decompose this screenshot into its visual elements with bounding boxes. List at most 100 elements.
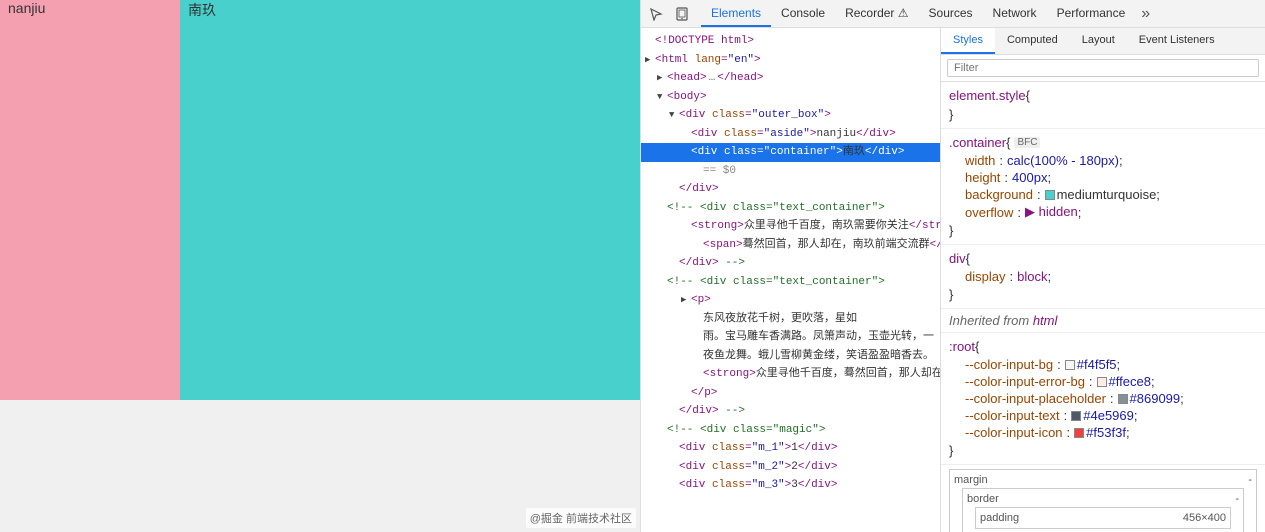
css-root-selector-line: :root { bbox=[941, 337, 1265, 356]
error-bg-swatch[interactable] bbox=[1097, 377, 1107, 387]
css-section-root: :root { --color-input-bg: #f4f5f5; --col… bbox=[941, 333, 1265, 465]
css-prop-value-height: 400px bbox=[1012, 170, 1047, 185]
placeholder-swatch[interactable] bbox=[1118, 394, 1128, 404]
css-var-val-error-bg: #ffece8 bbox=[1109, 374, 1151, 389]
tab-sources[interactable]: Sources bbox=[919, 0, 983, 27]
box-padding-inner: padding 456×400 bbox=[975, 507, 1231, 529]
css-prop-display: display: block; bbox=[941, 268, 1265, 285]
border-label: border bbox=[967, 493, 999, 505]
html-comment-close-2: </div> --> bbox=[641, 402, 940, 421]
html-text-2: 雨。宝马雕车香满路。凤箫声动，玉壶光转，一 bbox=[641, 328, 940, 347]
devtools-tabs: Elements Console Recorder ⚠ Sources Netw… bbox=[701, 0, 1261, 27]
subtab-computed[interactable]: Computed bbox=[995, 28, 1070, 54]
subtab-event-listeners[interactable]: Event Listeners bbox=[1127, 28, 1227, 54]
input-text-swatch[interactable] bbox=[1071, 411, 1081, 421]
css-prop-name-height: height bbox=[965, 170, 1000, 185]
css-prop-name-width: width bbox=[965, 153, 995, 168]
css-var-input-text: --color-input-text: #4e5969; bbox=[941, 407, 1265, 424]
html-aside[interactable]: <div class="aside">nanjiu</div> bbox=[641, 125, 940, 144]
box-padding-row: padding 456×400 bbox=[980, 512, 1226, 524]
elements-html-tree: <!DOCTYPE html> <html lang="en"> <head>…… bbox=[641, 28, 941, 532]
box-margin-row: margin - bbox=[954, 474, 1252, 486]
more-tabs-button[interactable]: » bbox=[1135, 5, 1156, 23]
styles-filter-input[interactable] bbox=[947, 59, 1259, 77]
html-outer-box[interactable]: <div class="outer_box"> bbox=[641, 106, 940, 125]
styles-subtabs: Styles Computed Layout Event Listeners bbox=[941, 28, 1265, 55]
html-div-close: </div> bbox=[641, 180, 940, 199]
css-var-val-placeholder: #869099 bbox=[1130, 391, 1181, 406]
css-var-input-bg: --color-input-bg: #f4f5f5; bbox=[941, 356, 1265, 373]
css-container-selector: .container bbox=[949, 135, 1006, 150]
css-prop-background: background: mediumturquoise; bbox=[941, 186, 1265, 203]
box-model-section: margin - border - padding 456× bbox=[941, 465, 1265, 532]
css-var-input-icon: --color-input-icon: #f53f3f; bbox=[941, 424, 1265, 441]
devtools-icon-group bbox=[645, 3, 693, 25]
css-var-val-input-text: #4e5969 bbox=[1083, 408, 1134, 423]
css-prop-name-bg: background bbox=[965, 187, 1033, 202]
css-var-name-placeholder: --color-input-placeholder bbox=[965, 391, 1106, 406]
box-border-inner: border - padding 456×400 bbox=[962, 488, 1244, 532]
cursor-icon[interactable] bbox=[645, 3, 667, 25]
css-var-name-input-icon: --color-input-icon bbox=[965, 425, 1063, 440]
html-comment-close-1: </div> --> bbox=[641, 254, 940, 273]
inherited-from-label: Inherited from html bbox=[941, 309, 1265, 333]
html-dollar: == $0 bbox=[641, 162, 940, 181]
devtools-topbar: Elements Console Recorder ⚠ Sources Netw… bbox=[641, 0, 1265, 28]
tab-recorder[interactable]: Recorder ⚠ bbox=[835, 0, 918, 27]
html-doctype: <!DOCTYPE html> bbox=[641, 32, 940, 51]
tab-network[interactable]: Network bbox=[983, 0, 1047, 27]
css-prop-value-overflow: ▶ hidden bbox=[1025, 204, 1078, 220]
css-section-container: .container { BFC width: calc(100% - 180p… bbox=[941, 129, 1265, 245]
preview-container: 南玖 bbox=[180, 0, 640, 400]
subtab-layout[interactable]: Layout bbox=[1070, 28, 1127, 54]
css-prop-value-display: block bbox=[1017, 269, 1047, 284]
container-label: 南玖 bbox=[180, 0, 224, 26]
css-prop-value-bg: mediumturquoise bbox=[1057, 187, 1157, 202]
inherited-element: html bbox=[1033, 313, 1058, 328]
html-body[interactable]: <body> bbox=[641, 88, 940, 107]
html-text-1: 东风夜放花千树，更吹落，星如 bbox=[641, 310, 940, 329]
watermark-text: @掘金 前端技术社区 bbox=[530, 513, 632, 525]
html-m2: <div class="m_2">2</div> bbox=[641, 458, 940, 477]
tab-elements[interactable]: Elements bbox=[701, 0, 771, 27]
margin-label: margin bbox=[954, 474, 988, 486]
html-root[interactable]: <html lang="en"> bbox=[641, 51, 940, 70]
html-span-1: <span>蓦然回首，那人却在，南玖前端交流群</span> bbox=[641, 236, 940, 255]
devtools-main: <!DOCTYPE html> <html lang="en"> <head>…… bbox=[641, 28, 1265, 532]
css-container-selector-line: .container { BFC bbox=[941, 133, 1265, 152]
css-div-closing: } bbox=[941, 285, 1265, 304]
watermark: @掘金 前端技术社区 bbox=[526, 508, 636, 528]
html-p[interactable]: <p> bbox=[641, 291, 940, 310]
input-icon-swatch[interactable] bbox=[1074, 428, 1084, 438]
html-p-close: </p> bbox=[641, 384, 940, 403]
css-prop-height: height: 400px; bbox=[941, 169, 1265, 186]
html-container[interactable]: <div class="container">南玖</div> bbox=[641, 143, 940, 162]
devtools-panel: Elements Console Recorder ⚠ Sources Netw… bbox=[640, 0, 1265, 532]
css-var-input-error-bg: --color-input-error-bg: #ffece8; bbox=[941, 373, 1265, 390]
device-icon[interactable] bbox=[671, 3, 693, 25]
dimensions-value: 456×400 bbox=[1183, 512, 1226, 524]
styles-filter-bar bbox=[941, 55, 1265, 82]
css-root-closing: } bbox=[941, 441, 1265, 460]
css-var-name-input-bg: --color-input-bg bbox=[965, 357, 1053, 372]
css-prop-width: width: calc(100% - 180px); bbox=[941, 152, 1265, 169]
bg-color-swatch[interactable] bbox=[1045, 190, 1055, 200]
tab-console[interactable]: Console bbox=[771, 0, 835, 27]
tab-performance[interactable]: Performance bbox=[1047, 0, 1136, 27]
html-m1: <div class="m_1">1</div> bbox=[641, 439, 940, 458]
css-prop-value-width: calc(100% - 180px) bbox=[1007, 153, 1119, 168]
css-bfc-badge: BFC bbox=[1014, 137, 1040, 148]
css-var-input-placeholder: --color-input-placeholder: #869099; bbox=[941, 390, 1265, 407]
css-prop-name-overflow: overflow bbox=[965, 205, 1013, 220]
input-bg-swatch[interactable] bbox=[1065, 360, 1075, 370]
preview-aside: nanjiu bbox=[0, 0, 180, 400]
css-section-div: div { display: block; } bbox=[941, 245, 1265, 309]
webpage-preview: nanjiu 南玖 @掘金 前端技术社区 bbox=[0, 0, 640, 532]
html-head[interactable]: <head>…</head> bbox=[641, 69, 940, 88]
subtab-styles[interactable]: Styles bbox=[941, 28, 995, 54]
css-prop-name-display: display bbox=[965, 269, 1005, 284]
devtools-right-panel: Styles Computed Layout Event Listeners e… bbox=[941, 28, 1265, 532]
html-m3: <div class="m_3">3</div> bbox=[641, 476, 940, 495]
box-border-row: border - bbox=[967, 493, 1239, 505]
html-strong-2: <strong>众里寻他千百度，蓦然回首，那人却在，灯火阑珊处。</strong… bbox=[641, 365, 940, 384]
